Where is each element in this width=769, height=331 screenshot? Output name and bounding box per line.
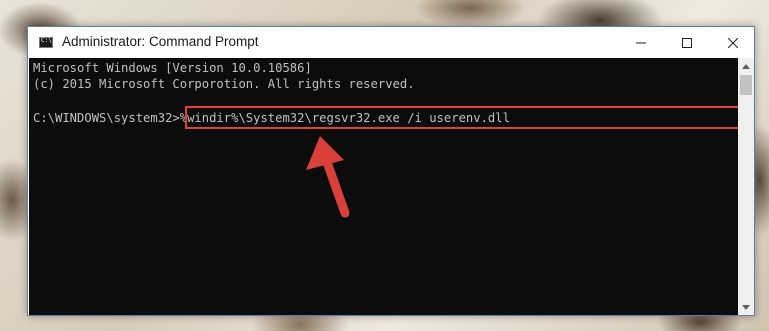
close-button[interactable] — [710, 27, 756, 58]
command-prompt-window: C:\ Administrator: Command Prompt Micros… — [27, 26, 755, 316]
chevron-up-icon — [742, 63, 750, 69]
scroll-up-button[interactable] — [738, 58, 754, 74]
minimize-icon — [636, 42, 646, 43]
chevron-down-icon — [742, 304, 750, 310]
maximize-icon — [682, 37, 692, 48]
vertical-scrollbar[interactable] — [738, 58, 754, 315]
console-line-copyright: (c) 2015 Microsoft Corporotion. All righ… — [33, 77, 415, 91]
title-bar[interactable]: C:\ Administrator: Command Prompt — [28, 27, 754, 58]
window-title: Administrator: Command Prompt — [62, 34, 259, 49]
scroll-down-button[interactable] — [738, 299, 754, 315]
cmd-icon: C:\ — [39, 37, 53, 48]
cmd-icon-glyph: C:\ — [41, 37, 52, 44]
maximize-button[interactable] — [664, 27, 710, 58]
console-line-version: Microsoft Windows [Version 10.0.10586] — [33, 61, 312, 75]
close-icon — [728, 37, 738, 48]
console-output[interactable]: Microsoft Windows [Version 10.0.10586] (… — [29, 58, 739, 315]
console-prompt: C:\WINDOWS\system32> — [33, 111, 180, 125]
minimize-button[interactable] — [618, 27, 664, 58]
command-highlight-box — [185, 106, 739, 129]
scroll-thumb[interactable] — [740, 75, 752, 95]
